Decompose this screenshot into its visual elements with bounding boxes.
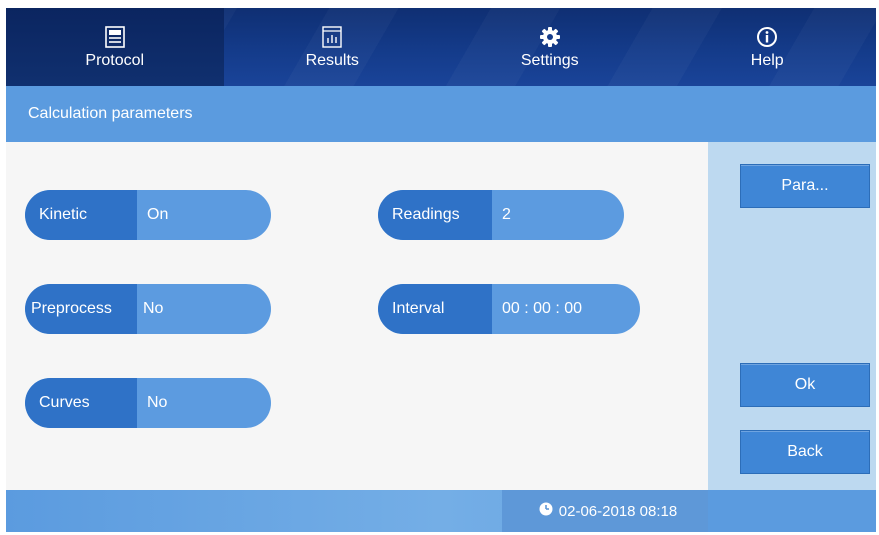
preprocess-field[interactable]: Preprocess No: [25, 284, 271, 334]
results-chart-icon: [320, 25, 344, 49]
info-icon: [755, 25, 779, 49]
tab-help-label: Help: [750, 51, 784, 69]
protocol-icon: [103, 25, 127, 49]
kinetic-value: On: [147, 206, 169, 223]
ok-button[interactable]: Ok: [740, 363, 870, 407]
datetime-text: 02-06-2018 08:18: [558, 502, 678, 520]
curves-field[interactable]: Curves No: [25, 378, 271, 428]
back-button[interactable]: Back: [740, 430, 870, 474]
preprocess-value: No: [143, 300, 164, 317]
interval-label: Interval: [378, 284, 492, 334]
tab-protocol[interactable]: Protocol: [6, 8, 224, 86]
readings-field[interactable]: Readings 2: [378, 190, 624, 240]
preprocess-label: Preprocess: [25, 284, 137, 334]
para-button[interactable]: Para...: [740, 164, 870, 208]
section-title: Calculation parameters: [28, 105, 193, 122]
kinetic-field[interactable]: Kinetic On: [25, 190, 271, 240]
gear-icon: [538, 25, 562, 49]
interval-field[interactable]: Interval 00 : 00 : 00: [378, 284, 640, 334]
curves-label: Curves: [25, 378, 137, 428]
readings-value: 2: [502, 206, 511, 223]
curves-value: No: [147, 394, 168, 411]
tab-settings[interactable]: Settings: [441, 8, 659, 86]
status-bar: 02-06-2018 08:18: [6, 490, 876, 532]
tab-settings-label: Settings: [520, 51, 579, 69]
clock-icon: [539, 502, 553, 520]
tab-results[interactable]: Results: [224, 8, 442, 86]
tab-protocol-label: Protocol: [85, 51, 145, 69]
section-header: Calculation parameters: [6, 86, 876, 142]
datetime-display: 02-06-2018 08:18: [502, 490, 714, 532]
tab-results-label: Results: [305, 51, 359, 69]
kinetic-label: Kinetic: [25, 190, 137, 240]
readings-label: Readings: [378, 190, 492, 240]
top-navigation: Protocol Results Settings Help: [6, 8, 876, 86]
interval-value: 00 : 00 : 00: [502, 300, 583, 317]
tab-help[interactable]: Help: [659, 8, 877, 86]
status-bar-side: [708, 490, 876, 532]
